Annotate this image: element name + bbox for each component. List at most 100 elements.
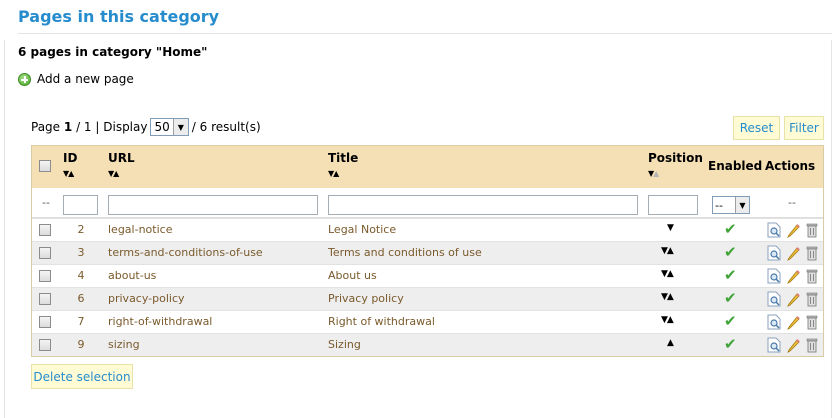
check-icon[interactable]: ✔ bbox=[724, 243, 737, 261]
col-enabled-header: Enabled bbox=[708, 159, 763, 173]
row-url[interactable]: terms-and-conditions-of-use bbox=[108, 246, 263, 259]
row-url[interactable]: privacy-policy bbox=[108, 292, 185, 305]
pencil-icon[interactable] bbox=[786, 268, 800, 284]
row-title[interactable]: Terms and conditions of use bbox=[328, 246, 482, 259]
view-icon[interactable] bbox=[767, 291, 781, 307]
url-filter-input[interactable] bbox=[108, 195, 318, 215]
row-id: 4 bbox=[77, 269, 85, 282]
row-title[interactable]: Legal Notice bbox=[328, 223, 396, 236]
col-title-header: Title bbox=[328, 151, 359, 165]
row-url[interactable]: about-us bbox=[108, 269, 156, 282]
select-all-checkbox[interactable] bbox=[39, 160, 51, 172]
row-checkbox[interactable] bbox=[39, 339, 51, 351]
row-url[interactable]: sizing bbox=[108, 338, 140, 351]
col-position-header: Position bbox=[648, 151, 703, 165]
pages-table: ID ▼▲ URL ▼▲ Title ▼▲ Position ▼▲ Enable… bbox=[31, 145, 824, 357]
position-arrows[interactable]: ▼ bbox=[667, 223, 674, 233]
category-count: 6 pages in category "Home" bbox=[18, 45, 208, 59]
row-url[interactable]: right-of-withdrawal bbox=[108, 315, 212, 328]
right-border-line bbox=[831, 40, 832, 418]
sort-url-arrows[interactable]: ▼▲ bbox=[108, 169, 119, 178]
view-icon[interactable] bbox=[767, 268, 781, 284]
position-arrows[interactable]: ▼▲ bbox=[661, 246, 674, 256]
row-checkbox[interactable] bbox=[39, 247, 51, 259]
view-icon[interactable] bbox=[767, 245, 781, 261]
trash-icon[interactable] bbox=[805, 291, 819, 307]
plus-circle-icon bbox=[18, 72, 31, 86]
row-checkbox[interactable] bbox=[39, 293, 51, 305]
trash-icon[interactable] bbox=[805, 222, 819, 238]
enabled-filter-select[interactable]: -- ▼ bbox=[712, 196, 750, 214]
col-id-header: ID bbox=[63, 151, 78, 165]
row-checkbox[interactable] bbox=[39, 270, 51, 282]
row-checkbox[interactable] bbox=[39, 316, 51, 328]
row-title[interactable]: Sizing bbox=[328, 338, 361, 351]
sort-id-arrows[interactable]: ▼▲ bbox=[63, 169, 74, 178]
page-current: 1 bbox=[63, 120, 73, 134]
check-icon[interactable]: ✔ bbox=[724, 335, 737, 353]
reset-button[interactable]: Reset bbox=[733, 116, 780, 140]
table-row: 6 privacy-policy Privacy policy ▼▲ ✔ bbox=[32, 287, 823, 310]
filter-row: -- -- ▼ -- bbox=[32, 188, 823, 218]
table-row: 4 about-us About us ▼▲ ✔ bbox=[32, 264, 823, 287]
results-count: / 6 result(s) bbox=[191, 120, 261, 134]
trash-icon[interactable] bbox=[805, 245, 819, 261]
position-arrows[interactable]: ▼▲ bbox=[661, 315, 674, 325]
table-body: 2 legal-notice Legal Notice ▼ ✔ 3 terms-and-co… bbox=[32, 218, 823, 356]
col-actions-header: Actions bbox=[765, 159, 816, 173]
add-new-page-label: Add a new page bbox=[37, 72, 134, 86]
chevron-down-icon[interactable]: ▼ bbox=[172, 119, 188, 135]
view-icon[interactable] bbox=[767, 222, 781, 238]
check-icon[interactable]: ✔ bbox=[724, 266, 737, 284]
row-title[interactable]: Right of withdrawal bbox=[328, 315, 435, 328]
check-icon[interactable]: ✔ bbox=[724, 312, 737, 330]
view-icon[interactable] bbox=[767, 337, 781, 353]
filter-dash: -- bbox=[42, 196, 50, 209]
table-row: 9 sizing Sizing ▲ ✔ bbox=[32, 333, 823, 356]
table-header: ID ▼▲ URL ▼▲ Title ▼▲ Position ▼▲ Enable… bbox=[32, 146, 823, 188]
table-row: 7 right-of-withdrawal Right of withdrawal ▼… bbox=[32, 310, 823, 333]
row-id: 2 bbox=[77, 223, 85, 236]
position-filter-input[interactable] bbox=[648, 195, 698, 215]
filter-button[interactable]: Filter bbox=[784, 116, 824, 140]
delete-selection-button[interactable]: Delete selection bbox=[31, 364, 133, 389]
row-id: 7 bbox=[77, 315, 85, 328]
pencil-icon[interactable] bbox=[786, 245, 800, 261]
display-select[interactable]: 50 ▼ bbox=[150, 118, 189, 136]
pencil-icon[interactable] bbox=[786, 222, 800, 238]
row-checkbox[interactable] bbox=[39, 224, 51, 236]
page-label: Page bbox=[31, 120, 61, 134]
id-filter-input[interactable] bbox=[63, 195, 98, 215]
pencil-icon[interactable] bbox=[786, 337, 800, 353]
row-id: 3 bbox=[77, 246, 85, 259]
row-title[interactable]: About us bbox=[328, 269, 377, 282]
pencil-icon[interactable] bbox=[786, 291, 800, 307]
title-divider bbox=[18, 33, 832, 34]
left-border-line bbox=[4, 40, 5, 418]
page-total: / 1 | Display bbox=[76, 120, 148, 134]
table-row: 2 legal-notice Legal Notice ▼ ✔ bbox=[32, 218, 823, 241]
actions-filter-dash: -- bbox=[788, 196, 796, 209]
trash-icon[interactable] bbox=[805, 268, 819, 284]
row-url[interactable]: legal-notice bbox=[108, 223, 172, 236]
display-value: 50 bbox=[154, 120, 170, 134]
pencil-icon[interactable] bbox=[786, 314, 800, 330]
sort-title-arrows[interactable]: ▼▲ bbox=[328, 169, 339, 178]
check-icon[interactable]: ✔ bbox=[724, 220, 737, 238]
table-row: 3 terms-and-conditions-of-use Terms and co… bbox=[32, 241, 823, 264]
view-icon[interactable] bbox=[767, 314, 781, 330]
add-new-page-link[interactable]: Add a new page bbox=[18, 72, 134, 86]
enabled-filter-value: -- bbox=[715, 198, 723, 212]
position-arrows[interactable]: ▼▲ bbox=[661, 269, 674, 279]
position-arrows[interactable]: ▼▲ bbox=[661, 292, 674, 302]
sort-position-arrows[interactable]: ▼▲ bbox=[648, 169, 659, 178]
check-icon[interactable]: ✔ bbox=[724, 289, 737, 307]
trash-icon[interactable] bbox=[805, 337, 819, 353]
trash-icon[interactable] bbox=[805, 314, 819, 330]
title-filter-input[interactable] bbox=[328, 195, 638, 215]
chevron-down-icon[interactable]: ▼ bbox=[735, 197, 749, 213]
pagination: Page 1 / 1 | Display 50 ▼ / 6 result(s) bbox=[31, 118, 261, 136]
row-id: 6 bbox=[77, 292, 85, 305]
row-title[interactable]: Privacy policy bbox=[328, 292, 404, 305]
position-arrows[interactable]: ▲ bbox=[667, 338, 674, 348]
